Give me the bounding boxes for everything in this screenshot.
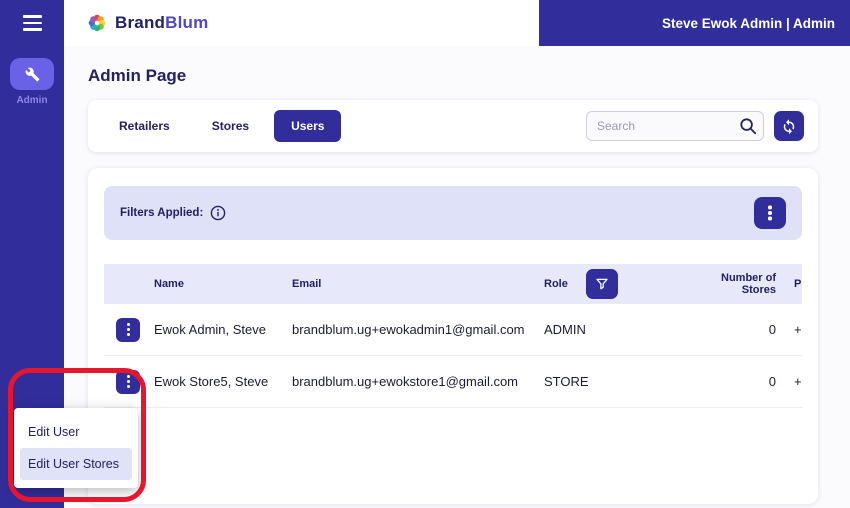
vertical-ellipsis-icon bbox=[768, 211, 771, 214]
column-header-role: Role bbox=[536, 269, 696, 299]
hamburger-menu-icon[interactable] bbox=[23, 15, 42, 30]
header-user-zone: Steve Ewok Admin | Admin bbox=[539, 0, 850, 46]
filters-applied-label: Filters Applied: bbox=[120, 207, 203, 219]
cell-name: Ewok Admin, Steve bbox=[146, 322, 284, 337]
cell-p: + bbox=[786, 322, 802, 337]
page-title: Admin Page bbox=[88, 66, 186, 86]
cell-email: brandblum.ug+ewokadmin1@gmail.com bbox=[284, 322, 536, 337]
role-filter-button[interactable] bbox=[586, 269, 618, 299]
sidebar-item-admin[interactable] bbox=[10, 58, 54, 90]
flower-logo-icon bbox=[86, 12, 108, 34]
tab-stores[interactable]: Stores bbox=[195, 110, 266, 142]
users-panel: Filters Applied: Name Email Role bbox=[88, 168, 818, 504]
row-menu-button[interactable] bbox=[116, 318, 140, 342]
menu-item-edit-user[interactable]: Edit User bbox=[14, 416, 138, 448]
logged-in-user-label: Steve Ewok Admin | Admin bbox=[662, 16, 835, 31]
cell-number-of-stores: 0 bbox=[696, 374, 786, 389]
row-actions-cell bbox=[104, 370, 146, 394]
menu-item-edit-user-stores[interactable]: Edit User Stores bbox=[20, 448, 132, 480]
cell-number-of-stores: 0 bbox=[696, 322, 786, 337]
tab-retailers[interactable]: Retailers bbox=[102, 110, 187, 142]
column-header-role-label: Role bbox=[544, 278, 568, 290]
table-header-row: Name Email Role Number of Stores P bbox=[104, 264, 802, 304]
vertical-ellipsis-icon bbox=[127, 380, 130, 383]
table-row: Ewok Admin, Steve brandblum.ug+ewokadmin… bbox=[104, 304, 802, 356]
filters-menu-button[interactable] bbox=[754, 197, 786, 229]
brand-name-first: Brand bbox=[115, 13, 165, 32]
brand-name: BrandBlum bbox=[115, 13, 208, 33]
column-header-name: Name bbox=[146, 278, 284, 290]
brand-logo: BrandBlum bbox=[64, 0, 539, 46]
column-header-email: Email bbox=[284, 278, 536, 290]
brand-name-second: Blum bbox=[165, 13, 208, 32]
column-header-number-of-stores: Number of Stores bbox=[696, 272, 786, 296]
top-header: BrandBlum Steve Ewok Admin | Admin bbox=[0, 0, 850, 46]
cell-email: brandblum.ug+ewokstore1@gmail.com bbox=[284, 374, 536, 389]
cell-role: ADMIN bbox=[536, 322, 696, 337]
users-table: Name Email Role Number of Stores P bbox=[104, 264, 802, 408]
cell-name: Ewok Store5, Steve bbox=[146, 374, 284, 389]
table-row: Ewok Store5, Steve brandblum.ug+ewokstor… bbox=[104, 356, 802, 408]
column-header-p: P bbox=[786, 278, 802, 290]
row-actions-cell bbox=[104, 318, 146, 342]
cell-role: STORE bbox=[536, 374, 696, 389]
tabs-toolbar: Retailers Stores Users bbox=[88, 100, 818, 152]
search-icon[interactable] bbox=[739, 117, 757, 135]
filters-banner: Filters Applied: bbox=[104, 186, 802, 240]
tab-users[interactable]: Users bbox=[274, 110, 341, 142]
hamburger-zone bbox=[0, 0, 64, 46]
wrench-icon bbox=[25, 67, 40, 82]
main-content: Admin Page Retailers Stores Users bbox=[64, 46, 850, 508]
funnel-filter-icon bbox=[594, 276, 610, 292]
sidebar-item-admin-label: Admin bbox=[16, 95, 47, 106]
cell-p: + bbox=[786, 374, 802, 389]
refresh-button[interactable] bbox=[774, 111, 804, 141]
info-icon[interactable] bbox=[210, 205, 226, 221]
search-box bbox=[586, 111, 764, 141]
row-context-menu: Edit User Edit User Stores bbox=[14, 408, 138, 488]
vertical-ellipsis-icon bbox=[127, 328, 130, 331]
refresh-icon bbox=[780, 117, 798, 135]
app-root: BrandBlum Steve Ewok Admin | Admin Admin… bbox=[0, 0, 850, 508]
search-input[interactable] bbox=[586, 111, 764, 141]
row-menu-button[interactable] bbox=[116, 370, 140, 394]
